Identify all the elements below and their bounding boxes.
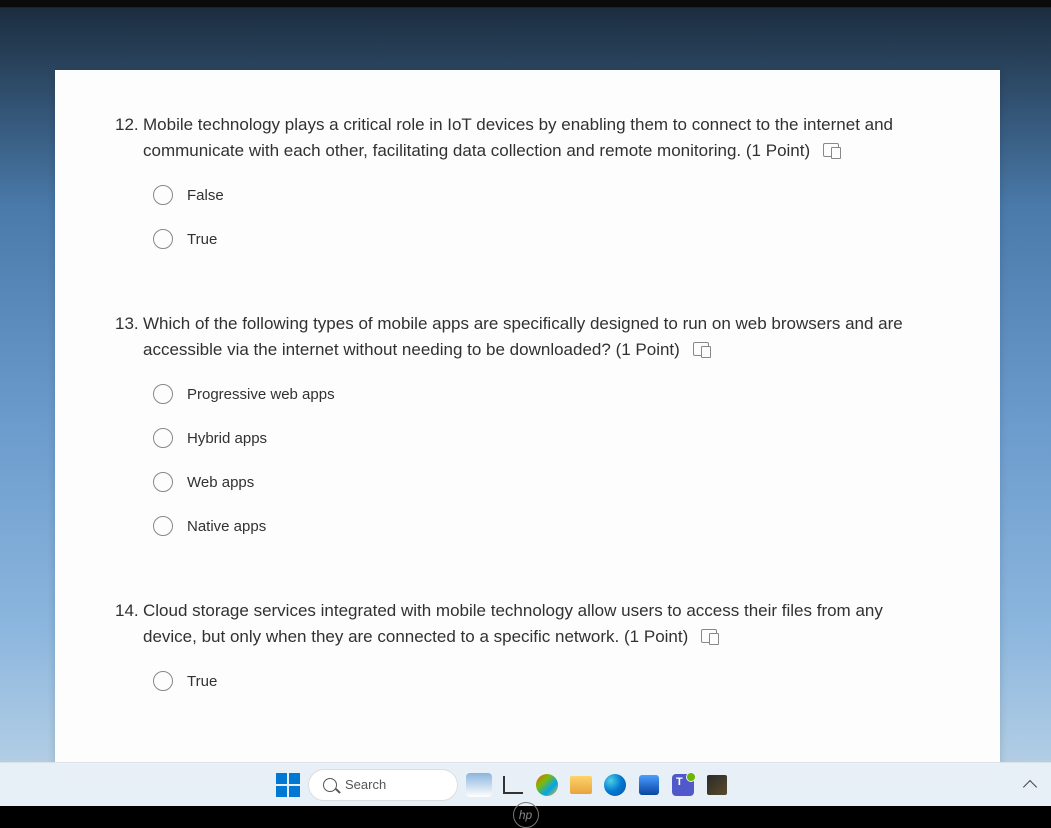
- option-true[interactable]: True: [153, 229, 940, 249]
- option-label: Web apps: [187, 474, 254, 491]
- option-label: True: [187, 673, 217, 690]
- device-icon: [693, 342, 709, 356]
- question-points: (1 Point): [616, 340, 680, 359]
- chevron-up-icon[interactable]: [1023, 779, 1037, 793]
- app-icon[interactable]: [704, 772, 730, 798]
- option-label: False: [187, 187, 224, 204]
- file-explorer-icon[interactable]: [568, 772, 594, 798]
- search-placeholder: Search: [345, 777, 386, 792]
- laptop-bezel: hp: [0, 806, 1051, 828]
- radio-icon[interactable]: [153, 229, 173, 249]
- question-body: Cloud storage services integrated with m…: [143, 598, 940, 649]
- option-true[interactable]: True: [153, 671, 940, 691]
- option-hybrid-apps[interactable]: Hybrid apps: [153, 428, 940, 448]
- option-label: Native apps: [187, 518, 266, 535]
- browser-tab-strip: [0, 0, 1051, 8]
- question-text: 14. Cloud storage services integrated wi…: [115, 598, 940, 649]
- options-list: True: [115, 671, 940, 691]
- options-list: False True: [115, 185, 940, 249]
- radio-icon[interactable]: [153, 384, 173, 404]
- taskbar-center: Search: [276, 769, 730, 801]
- microsoft-store-icon[interactable]: [636, 772, 662, 798]
- windows-taskbar: Search: [0, 762, 1051, 806]
- question-number: 12.: [115, 112, 143, 138]
- radio-icon[interactable]: [153, 472, 173, 492]
- device-icon: [701, 629, 717, 643]
- taskbar-search[interactable]: Search: [308, 769, 458, 801]
- radio-icon[interactable]: [153, 185, 173, 205]
- option-web-apps[interactable]: Web apps: [153, 472, 940, 492]
- option-false[interactable]: False: [153, 185, 940, 205]
- start-button[interactable]: [276, 773, 300, 797]
- question-number: 14.: [115, 598, 143, 624]
- teams-icon[interactable]: [670, 772, 696, 798]
- question-text: 13. Which of the following types of mobi…: [115, 311, 940, 362]
- question-14: 14. Cloud storage services integrated wi…: [115, 598, 940, 691]
- form-card: 12. Mobile technology plays a critical r…: [55, 70, 1000, 765]
- option-label: Hybrid apps: [187, 430, 267, 447]
- weather-widget-icon[interactable]: [466, 772, 492, 798]
- radio-icon[interactable]: [153, 428, 173, 448]
- option-native-apps[interactable]: Native apps: [153, 516, 940, 536]
- question-points: (1 Point): [746, 141, 810, 160]
- question-text: 12. Mobile technology plays a critical r…: [115, 112, 940, 163]
- search-icon: [323, 778, 337, 792]
- option-label: Progressive web apps: [187, 386, 335, 403]
- copilot-icon[interactable]: [534, 772, 560, 798]
- question-12: 12. Mobile technology plays a critical r…: [115, 112, 940, 249]
- question-body: Mobile technology plays a critical role …: [143, 112, 940, 163]
- question-number: 13.: [115, 311, 143, 337]
- device-icon: [823, 143, 839, 157]
- question-points: (1 Point): [624, 627, 688, 646]
- question-body: Which of the following types of mobile a…: [143, 311, 940, 362]
- taskbar-system-tray[interactable]: [1025, 778, 1035, 792]
- edge-browser-icon[interactable]: [602, 772, 628, 798]
- radio-icon[interactable]: [153, 671, 173, 691]
- options-list: Progressive web apps Hybrid apps Web app…: [115, 384, 940, 536]
- option-progressive-web-apps[interactable]: Progressive web apps: [153, 384, 940, 404]
- question-13: 13. Which of the following types of mobi…: [115, 311, 940, 536]
- radio-icon[interactable]: [153, 516, 173, 536]
- hp-logo-icon: hp: [513, 802, 539, 828]
- option-label: True: [187, 231, 217, 248]
- task-view-icon[interactable]: [500, 772, 526, 798]
